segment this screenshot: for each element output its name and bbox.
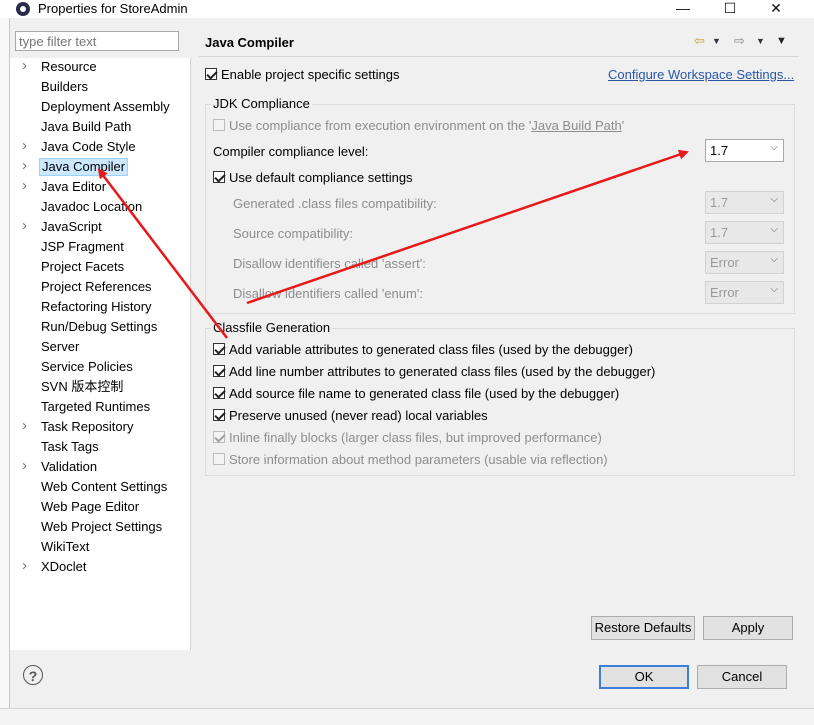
annotation-arrows [97,149,689,339]
arrow-to-java-compiler [97,168,228,339]
arrow-to-compliance-level [246,149,689,305]
